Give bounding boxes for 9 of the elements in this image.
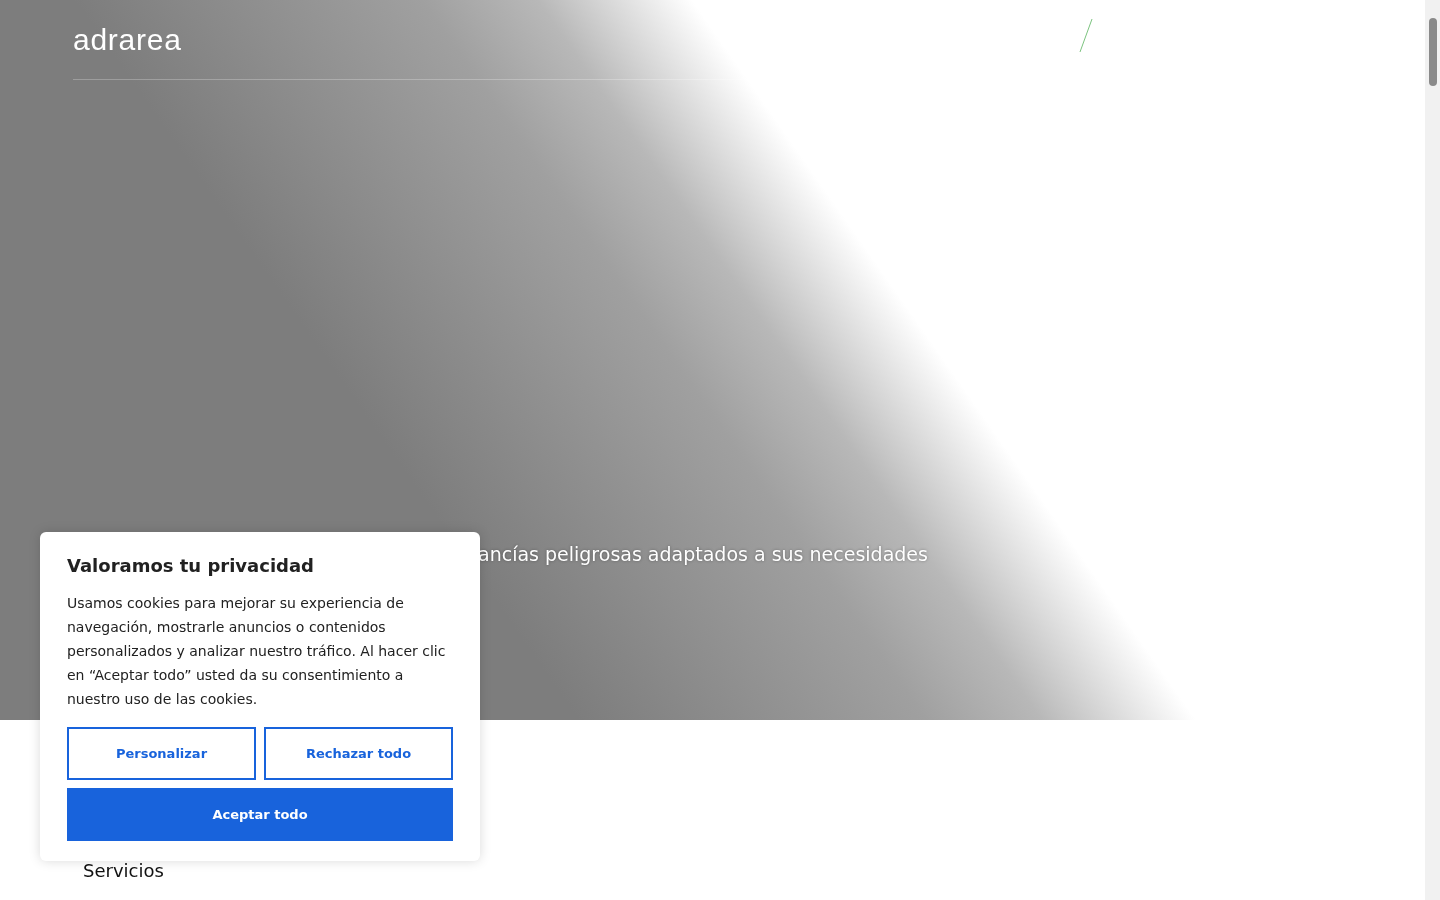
accept-button[interactable]: Aceptar todo xyxy=(67,788,453,841)
cookie-button[interactable]: Personalizar xyxy=(67,727,256,780)
section-title: Servicios xyxy=(83,860,165,882)
logo[interactable]: adrarea xyxy=(73,17,182,62)
cookie-button[interactable]: Rechazar todo xyxy=(264,727,453,780)
hero-tagline: ancías peligrosas adaptados a sus necesidades xyxy=(478,543,928,565)
slash-icon xyxy=(1079,18,1093,53)
cookie-title: Valoramos tu privacidad xyxy=(67,554,315,578)
cookie-text: Usamos cookies para mejorar su experiencia de navegación, mostrarle anuncios o contenidos personalizados y analizar nuestro tráfico. Al hacer clic en “Aceptar todo” usted da su consentimiento a nuestro uso de las cookies. xyxy=(67,594,447,709)
